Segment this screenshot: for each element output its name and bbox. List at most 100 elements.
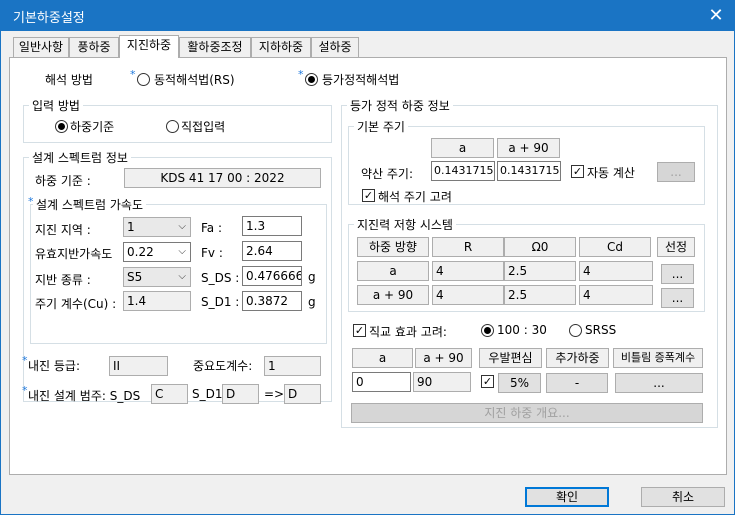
tab-seismic[interactable]: 지진하중 [119,35,179,58]
load-standard-radio[interactable] [55,120,68,133]
resist-header-omega: Ω0 [504,237,576,257]
spectrum-accel-title: 설계 스펙트럼 가속도 [33,196,146,213]
input-method-title: 입력 방법 [29,97,83,114]
soil-type-value: S5 [127,270,143,284]
consider-period-checkbox[interactable]: ✓ [362,189,375,202]
fa-label: Fa : [201,221,223,235]
seismic-zone-label: 지진 지역 : [35,223,91,237]
seismic-category-label: 내진 설계 범주: S_DS [28,389,141,403]
sd1-unit: g [308,295,316,309]
rs-label[interactable]: 동적해석법(RS) [154,71,235,88]
ortho-srss-label[interactable]: SRSS [585,323,616,337]
seismic-zone-select[interactable]: 1 ⌵ [123,217,191,237]
ecc-col-accidental: 우발편심 [479,348,542,368]
title-bar: 기본하중설정 ✕ [1,1,734,31]
chevron-down-icon: ⌵ [178,221,186,232]
effective-accel-value: 0.22 [127,245,154,259]
sd1-field[interactable]: 0.3872 [242,291,302,311]
fv-field[interactable]: 2.64 [242,241,302,261]
resist-row-a-select-button[interactable]: ... [661,264,694,284]
importance-field: 1 [264,356,321,376]
tab-underground[interactable]: 지하하중 [251,37,311,57]
ecc-col-torsion: 비틀림 증폭계수 [613,348,703,368]
resist-row-a-omega: 2.5 [504,261,576,281]
torsion-factor-button[interactable]: ... [615,373,703,393]
ecc-col-a: a [352,348,413,368]
soil-type-label: 지반 종류 : [35,273,91,287]
load-standard-label[interactable]: 하중기준 [70,118,114,135]
auto-calc-checkbox[interactable]: ✓ [571,165,584,178]
cancel-button[interactable]: 취소 [641,487,725,507]
chevron-down-icon: ⌵ [178,271,186,282]
approx-period-a-field[interactable]: 0.14317157 [431,161,495,181]
window-title: 기본하중설정 [13,11,85,26]
orthogonal-checkbox[interactable]: ✓ [353,324,366,337]
orthogonal-label[interactable]: 직교 효과 고려: [369,323,447,340]
ecc-col-additional: 추가하중 [546,348,609,368]
seismic-summary-button[interactable]: 지진 하중 개요... [351,403,703,423]
direct-input-label[interactable]: 직접입력 [181,118,225,135]
close-icon[interactable]: ✕ [706,6,726,26]
tab-snow[interactable]: 설하중 [311,37,359,57]
sd1-category-field: D [222,384,259,404]
design-spectrum-title: 설계 스펙트럼 정보 [29,149,131,166]
ecc-col-a90: a + 90 [415,348,472,368]
equivalent-static-radio[interactable] [305,73,318,86]
required-mark: * [130,68,136,81]
sds-label: S_DS : [201,271,240,285]
sds-unit: g [308,270,316,284]
seismic-grade-label: 내진 등급: [28,359,81,373]
load-standard-field: KDS 41 17 00 : 2022 [124,168,321,188]
tab-wind[interactable]: 풍하중 [69,37,119,57]
ortho-100-30-radio[interactable] [481,324,494,337]
direct-input-radio[interactable] [166,120,179,133]
resist-row-a90-cd: 4 [579,285,653,305]
sds-field[interactable]: 0.4766666 [242,266,302,286]
auto-calc-label[interactable]: 자동 계산 [587,164,635,181]
ortho-100-30-label[interactable]: 100 : 30 [497,323,547,337]
fa-field[interactable]: 1.3 [242,216,302,236]
approx-period-a90-field[interactable]: 0.14317157 [497,161,561,181]
effective-accel-select[interactable]: 0.22 ⌵ [123,242,191,262]
analysis-method-label: 해석 방법 [45,73,93,87]
accidental-ecc-checkbox[interactable]: ✓ [481,375,494,388]
seismic-grade-field: II [109,356,168,376]
ok-button[interactable]: 확인 [525,487,609,507]
resist-header-select: 선정 [657,237,695,257]
resist-row-a90-r: 4 [432,285,504,305]
load-standard-field-label: 하중 기준 : [35,174,91,188]
required-mark: * [22,354,28,367]
sd1-category-label: S_D1 [192,387,223,401]
equivalent-static-label[interactable]: 등가정적해석법 [322,71,399,88]
period-coeff-field: 1.4 [123,291,191,311]
ortho-srss-radio[interactable] [569,324,582,337]
sds-category-field: C [151,384,188,404]
resist-row-a90-direction: a + 90 [357,285,429,305]
period-col-a: a [431,138,494,158]
dialog-window: 기본하중설정 ✕ 일반사항 풍하중 지진하중 활하중조정 지하하중 설하중 해석… [0,0,735,515]
auto-calc-button[interactable]: ... [657,162,695,182]
resist-row-a90-omega: 2.5 [504,285,576,305]
consider-period-label[interactable]: 해석 주기 고려 [378,188,452,205]
period-coeff-label: 주기 계수(Cu) : [35,297,117,311]
approx-period-label: 약산 주기: [361,167,414,181]
chevron-down-icon: ⌵ [178,246,186,257]
accidental-ecc-button[interactable]: 5% [498,373,541,393]
ecc-a-field[interactable]: 0 [352,372,411,392]
resist-row-a-r: 4 [432,261,504,281]
tab-content-panel: 해석 방법 * 동적해석법(RS) * 등가정적해석법 입력 방법 하중기준 직… [9,57,727,475]
fv-label: Fv : [201,246,223,260]
period-col-a90: a + 90 [497,138,560,158]
rs-radio[interactable] [137,73,150,86]
tab-general[interactable]: 일반사항 [13,37,69,57]
resist-header-direction: 하중 방향 [357,237,429,257]
resist-row-a90-select-button[interactable]: ... [661,288,694,308]
effective-accel-label: 유효지반가속도 [35,247,113,261]
resist-system-title: 지진력 저항 시스템 [354,216,456,233]
tab-live-adjust[interactable]: 활하중조정 [179,37,251,57]
additional-load-button[interactable]: - [546,373,608,393]
equivalent-static-title: 등가 정적 하중 정보 [347,97,453,114]
seismic-category-result: D [284,384,321,404]
soil-type-select[interactable]: S5 ⌵ [123,267,191,287]
seismic-zone-value: 1 [127,220,135,234]
